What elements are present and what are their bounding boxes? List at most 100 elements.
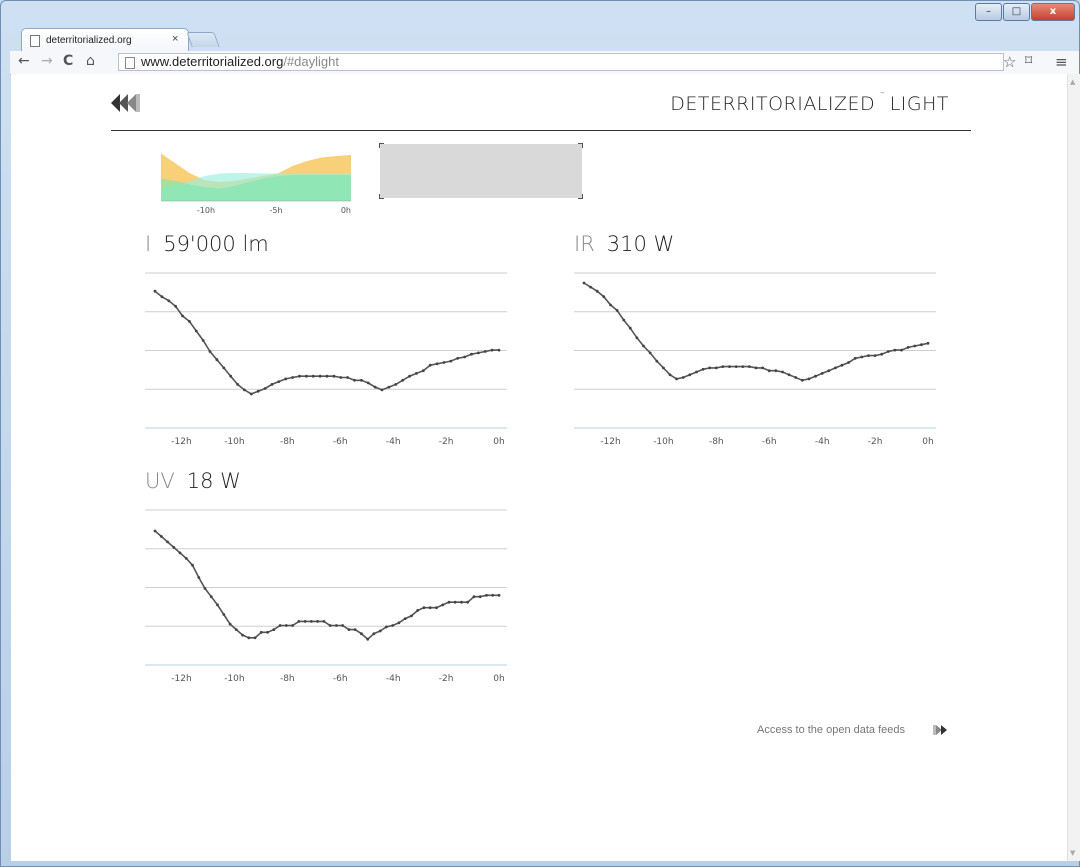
data-point	[167, 299, 171, 303]
scroll-down-icon[interactable]: ▼	[1070, 849, 1075, 857]
chart-label: IR	[574, 232, 595, 256]
data-point	[166, 540, 169, 544]
data-point	[215, 358, 219, 362]
x-tick-label: -4h	[386, 674, 401, 684]
browser-tab[interactable]: deterritorialized.org ×	[21, 28, 189, 52]
tab-close-icon[interactable]: ×	[172, 33, 178, 45]
data-point	[353, 378, 356, 382]
overview-tick-label: -5h	[269, 206, 282, 215]
scroll-up-icon[interactable]: ▲	[1070, 78, 1075, 86]
corner-mark	[379, 194, 384, 199]
minimize-button[interactable]: –	[975, 3, 1002, 21]
data-point	[761, 366, 764, 370]
corner-mark	[578, 143, 583, 148]
x-tick-label: -6h	[333, 437, 348, 447]
data-point	[197, 576, 201, 579]
data-point	[339, 376, 343, 379]
data-point	[428, 363, 432, 367]
data-point	[491, 593, 495, 597]
data-point	[297, 620, 301, 623]
data-point	[820, 372, 824, 375]
placeholder-box	[379, 143, 583, 199]
data-point	[325, 374, 329, 378]
data-point	[346, 376, 349, 379]
data-point	[449, 359, 453, 363]
data-point	[394, 383, 398, 386]
data-point	[675, 377, 678, 381]
data-point	[748, 365, 751, 368]
ir-line-chart[interactable]: -12h -10h -8h -6h -4h -2h 0h	[574, 268, 944, 448]
data-point	[609, 303, 612, 307]
data-point	[483, 350, 487, 353]
chart-value: 18 W	[186, 469, 241, 493]
data-point	[397, 621, 401, 625]
data-point	[373, 385, 377, 389]
uv-line-chart[interactable]: -12h -10h -8h -6h -4h -2h 0h	[145, 505, 515, 685]
data-point	[318, 374, 322, 378]
data-point	[668, 373, 672, 377]
data-point	[188, 320, 191, 323]
back-arrow-icon[interactable]: ←	[18, 53, 30, 69]
data-point	[456, 356, 460, 360]
data-point	[298, 374, 301, 378]
data-point	[734, 365, 738, 368]
back-arrow-icon[interactable]	[111, 92, 145, 114]
reload-icon[interactable]: C	[63, 53, 73, 69]
data-point	[701, 367, 705, 371]
address-bar[interactable]: www.deterritorialized.org/#daylight	[118, 53, 1004, 71]
overview-area-chart[interactable]: -10h -5h 0h	[141, 146, 351, 221]
data-point	[229, 374, 233, 378]
data-point	[873, 354, 877, 357]
corner-mark	[379, 143, 384, 148]
maximize-button[interactable]: □	[1003, 3, 1030, 21]
data-point	[194, 329, 198, 333]
bookmark-star-icon[interactable]: ☆	[1003, 53, 1016, 71]
data-point	[422, 606, 426, 610]
data-point	[353, 628, 357, 631]
forward-arrow-icon[interactable]: →	[41, 53, 53, 69]
data-point	[263, 387, 267, 390]
data-point	[472, 595, 476, 599]
site-title-part1: DETERRITORIALIZED	[670, 93, 876, 115]
data-point	[754, 366, 758, 370]
data-point	[463, 355, 466, 359]
data-point	[178, 551, 182, 555]
page-viewport: DETERRITORIALIZED ¯ LIGHT -10h -5h 0h I 59'00…	[11, 74, 1067, 861]
window-controls: – □ x	[974, 3, 1075, 21]
data-point	[853, 356, 857, 360]
new-tab-button[interactable]	[186, 32, 220, 47]
data-point	[160, 295, 164, 299]
close-window-button[interactable]: x	[1031, 3, 1075, 21]
data-point	[408, 374, 411, 378]
data-point	[602, 295, 606, 299]
data-point	[266, 630, 269, 634]
data-point	[209, 595, 213, 599]
data-point	[681, 376, 685, 379]
data-point	[926, 341, 930, 345]
data-point	[497, 348, 501, 352]
data-point	[721, 365, 725, 368]
data-point	[387, 385, 391, 389]
site-title-part2: LIGHT	[889, 93, 949, 115]
data-point	[380, 388, 384, 392]
data-point	[847, 361, 850, 364]
home-icon[interactable]: ⌂	[86, 53, 95, 69]
url-path: /#daylight	[283, 54, 339, 69]
data-point	[441, 603, 445, 607]
forward-arrow-icon[interactable]	[933, 724, 949, 736]
data-point	[360, 378, 363, 382]
cast-icon[interactable]: ⌑	[1025, 53, 1032, 69]
data-point	[278, 624, 282, 627]
open-data-feeds-link[interactable]: Access to the open data feeds	[757, 724, 905, 736]
vertical-scrollbar[interactable]: ▲ ▼	[1067, 74, 1080, 861]
x-tick-label: -4h	[815, 437, 830, 447]
menu-icon[interactable]: ≡	[1055, 53, 1068, 71]
intensity-line-chart[interactable]: -12h -10h -8h -6h -4h -2h 0h	[145, 268, 515, 448]
corner-mark	[578, 194, 583, 199]
data-point	[172, 546, 176, 549]
data-point	[860, 355, 864, 359]
data-point	[181, 314, 184, 318]
header-divider	[111, 130, 971, 131]
data-point	[615, 309, 619, 312]
data-point	[316, 620, 319, 623]
